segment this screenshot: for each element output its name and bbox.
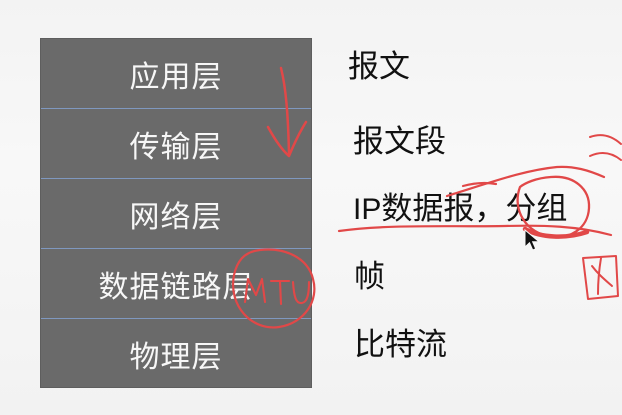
mouse-pointer-icon (524, 229, 540, 251)
layer-data-link: 数据链路层 (41, 249, 311, 319)
layer-physical-label: 物理层 (129, 340, 223, 375)
right-box-inner-annotation-2 (597, 257, 602, 295)
unit-physical-text: 比特流 (354, 327, 447, 363)
unit-application: 报文 (348, 52, 410, 83)
protocol-layer-stack: 应用层 传输层 网络层 数据链路层 物理层 (40, 38, 312, 388)
unit-data-link: 帧 (354, 262, 385, 293)
layer-data-link-label: 数据链路层 (98, 269, 254, 305)
unit-network-suffix: 数据报，分组 (381, 191, 568, 227)
layer-physical: 物理层 (41, 319, 311, 389)
unit-network-prefix: IP (353, 193, 382, 226)
unit-application-text: 报文 (348, 49, 410, 85)
right-box-annotation (582, 255, 619, 300)
network-arrow-head-annotation (461, 181, 498, 188)
layer-transport: 传输层 (41, 109, 311, 179)
network-callout-annotation-2 (589, 151, 622, 161)
right-box-inner-annotation (591, 265, 613, 287)
unit-data-link-text: 帧 (354, 259, 385, 295)
unit-network: IP数据报，分组 (353, 194, 567, 225)
network-callout-annotation (589, 134, 622, 145)
unit-transport-text: 报文段 (353, 124, 446, 160)
unit-transport: 报文段 (353, 127, 446, 158)
layer-network: 网络层 (41, 179, 311, 249)
layer-transport-label: 传输层 (129, 129, 223, 165)
layer-network-label: 网络层 (129, 199, 223, 235)
layer-application: 应用层 (41, 39, 311, 109)
unit-physical: 比特流 (354, 330, 447, 361)
layer-application-label: 应用层 (129, 59, 223, 95)
network-underline-annotation (337, 224, 613, 237)
slide-canvas: 应用层 传输层 网络层 数据链路层 物理层 报文 报文段 IP数据报，分组 帧 … (0, 0, 622, 415)
